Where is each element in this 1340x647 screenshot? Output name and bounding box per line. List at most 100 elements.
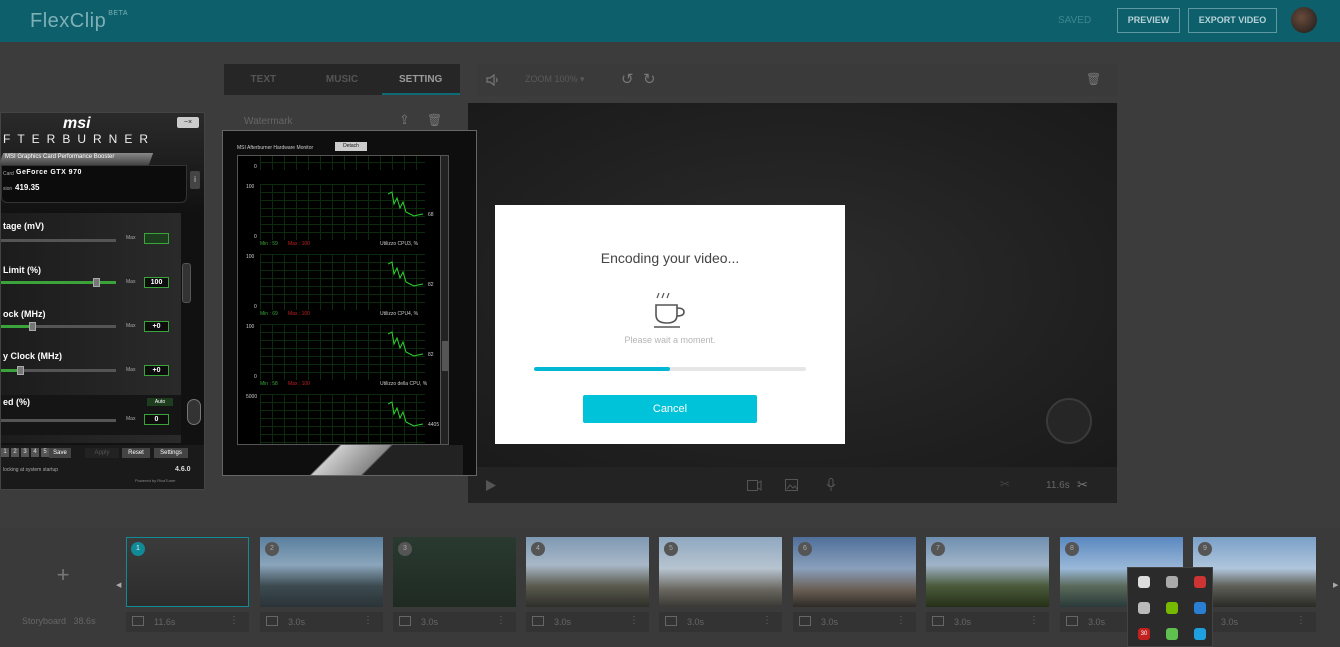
add-clip-button[interactable]: + (10, 537, 116, 613)
graph-min: Min : 69 (260, 311, 278, 317)
gear-green-icon[interactable] (1166, 628, 1178, 640)
scroll-left-icon[interactable]: ◀ (116, 581, 121, 589)
trash-icon[interactable]: 🗑 (427, 113, 442, 127)
cloud-icon[interactable] (1138, 576, 1150, 588)
steam-icon[interactable] (1194, 602, 1206, 614)
storyboard-clip[interactable]: 4 3.0s ⋮ (526, 537, 649, 637)
graph-max: Max : 100 (288, 381, 310, 387)
auto-toggle[interactable]: Auto (147, 398, 173, 406)
image-icon[interactable] (785, 479, 798, 491)
clip-number: 7 (931, 542, 945, 556)
max-label: Max (126, 235, 136, 241)
encoding-dialog: Encoding your video... Please wait a mom… (495, 205, 845, 444)
profile-5-button[interactable]: 5 (41, 448, 49, 457)
tab-music[interactable]: MUSIC (303, 64, 382, 95)
graph-scrollbar[interactable] (440, 156, 448, 444)
more-options-icon[interactable]: ⋮ (1029, 615, 1039, 626)
settings-button[interactable]: Settings (154, 448, 188, 458)
flexclip-logo[interactable]: FlexClip BETA (30, 10, 128, 33)
profile-2-button[interactable]: 2 (11, 448, 19, 457)
max-label: Max (126, 416, 136, 422)
split-icon[interactable]: ✂ (1000, 477, 1010, 491)
preview-button[interactable]: PREVIEW (1117, 8, 1180, 33)
more-options-icon[interactable]: ⋮ (229, 615, 239, 626)
core-clock-value[interactable]: +0 (144, 321, 169, 332)
memory-clock-handle[interactable] (17, 366, 24, 375)
msi-tagline: MSI Graphics Card Performance Booster (5, 154, 115, 160)
video-camera-icon[interactable] (747, 480, 762, 491)
app-red-icon[interactable]: 30 (1138, 628, 1150, 640)
save-button[interactable]: Save (49, 448, 71, 458)
microphone-icon[interactable] (826, 478, 836, 492)
power-limit-value[interactable]: 100 (144, 277, 169, 288)
more-options-icon[interactable]: ⋮ (363, 615, 373, 626)
clip-duration: 3.0s (954, 617, 972, 627)
nvidia-icon[interactable] (1166, 602, 1178, 614)
memory-clock-value[interactable]: +0 (144, 365, 169, 376)
clip-duration: 3.0s (554, 617, 572, 627)
play-icon[interactable] (486, 480, 496, 491)
storyboard-clip[interactable]: 1 11.6s ⋮ (126, 537, 249, 637)
more-options-icon[interactable]: ⋮ (496, 615, 506, 626)
beta-badge: BETA (108, 10, 129, 17)
wifi-icon[interactable] (1194, 576, 1206, 588)
graph-section: 100 0 Min : 58 Max : 100 Utilizzo della CPU,… (238, 324, 448, 396)
volume-icon[interactable] (486, 74, 500, 86)
cancel-button[interactable]: Cancel (583, 395, 757, 423)
msi-bottom-bar: 1 2 3 4 5 Save Apply Reset Settings lock… (1, 445, 204, 489)
reset-button[interactable]: Reset (122, 448, 150, 458)
voltage-label: tage (mV) (3, 221, 45, 231)
graph-scale-top: 100 (246, 254, 255, 260)
update-icon[interactable] (1138, 602, 1150, 614)
delete-icon[interactable]: 🗑 (1086, 72, 1101, 86)
more-options-icon[interactable]: ⋮ (1296, 615, 1306, 626)
undo-icon[interactable]: ↺ (621, 70, 634, 88)
graph-scale-top: 5000 (246, 394, 258, 400)
active-tab-indicator (382, 93, 460, 95)
apply-button[interactable]: Apply (85, 448, 119, 458)
graph-line (388, 331, 424, 357)
scroll-right-icon[interactable]: ▶ (1333, 581, 1338, 589)
graph-value: 68 (428, 212, 434, 218)
progress-fill (534, 367, 670, 371)
storyboard-clip[interactable]: 7 3.0s ⋮ (926, 537, 1049, 637)
detach-button[interactable]: Detach (335, 142, 367, 151)
user-define-button[interactable] (187, 399, 201, 425)
upload-icon[interactable]: ⇪ (399, 112, 410, 128)
export-video-button[interactable]: EXPORT VIDEO (1188, 8, 1277, 33)
fan-speed-value[interactable]: 0 (144, 414, 169, 425)
voltage-slider[interactable] (1, 239, 116, 242)
watermark-seal (1046, 398, 1092, 444)
info-icon[interactable]: i (190, 171, 200, 189)
core-clock-handle[interactable] (29, 322, 36, 331)
user-avatar[interactable] (1291, 7, 1317, 33)
voltage-value-box[interactable] (144, 233, 169, 244)
skype-icon[interactable] (1194, 628, 1206, 640)
more-options-icon[interactable]: ⋮ (896, 615, 906, 626)
more-options-icon[interactable]: ⋮ (762, 615, 772, 626)
network-icon[interactable] (1166, 576, 1178, 588)
voltage-section: tage (mV) Max (1, 219, 181, 257)
profile-1-button[interactable]: 1 (1, 448, 9, 457)
clip-duration: 3.0s (421, 617, 439, 627)
profile-4-button[interactable]: 4 (31, 448, 39, 457)
storyboard-clip[interactable]: 3 3.0s ⋮ (393, 537, 516, 637)
core-clock-fill (1, 325, 31, 328)
msi-afterburner-window: msi −× FTERBURNER MSI Graphics Card Perf… (0, 112, 205, 490)
zoom-dropdown[interactable]: ZOOM 100% ▾ (525, 74, 585, 85)
profile-3-button[interactable]: 3 (21, 448, 29, 457)
storyboard-clip[interactable]: 5 3.0s ⋮ (659, 537, 782, 637)
power-limit-handle[interactable] (93, 278, 100, 287)
scroll-handle[interactable] (182, 263, 191, 303)
storyboard-clip[interactable]: 6 3.0s ⋮ (793, 537, 916, 637)
clip-number: 9 (1198, 542, 1212, 556)
scrollbar-thumb[interactable] (442, 341, 448, 371)
redo-icon[interactable]: ↻ (643, 70, 656, 88)
tab-text[interactable]: TEXT (224, 64, 303, 95)
more-options-icon[interactable]: ⋮ (629, 615, 639, 626)
minimize-close-buttons[interactable]: −× (177, 117, 199, 128)
tab-setting[interactable]: SETTING (381, 64, 460, 95)
scissors-icon[interactable]: ✂ (1077, 477, 1088, 493)
fan-speed-slider[interactable] (1, 419, 116, 422)
storyboard-clip[interactable]: 2 3.0s ⋮ (260, 537, 383, 637)
